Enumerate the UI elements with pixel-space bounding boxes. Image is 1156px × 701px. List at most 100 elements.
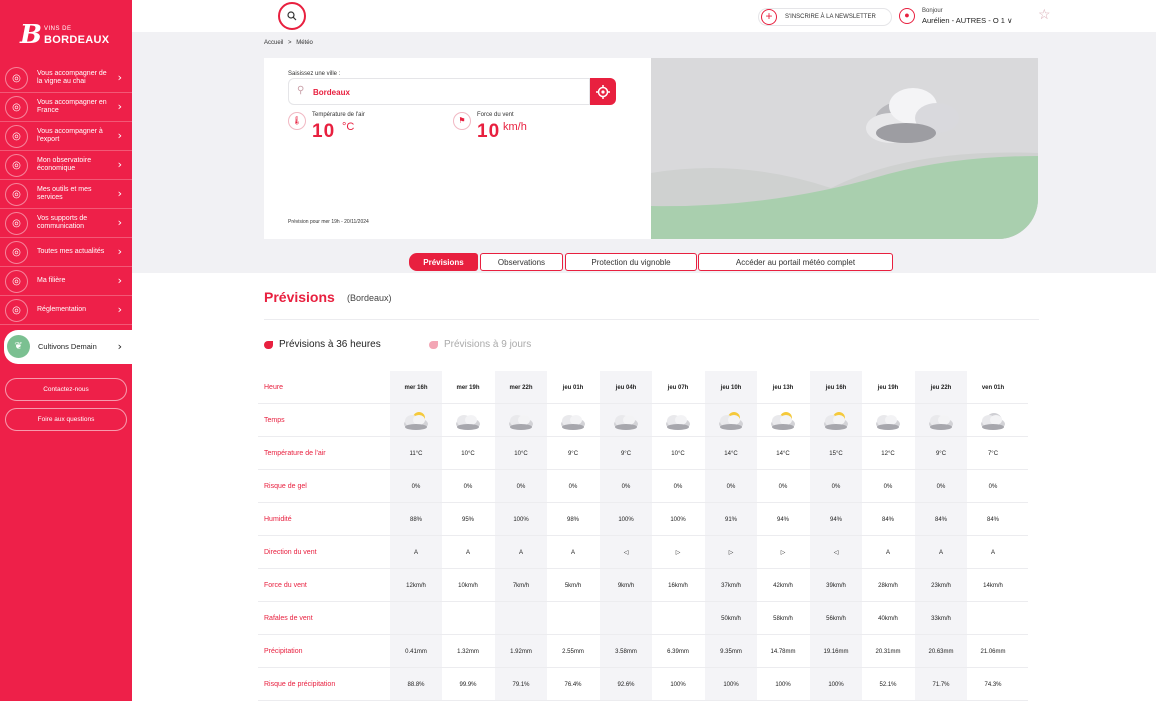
tab-previsions[interactable]: Prévisions <box>409 253 478 271</box>
table-cell: A <box>465 549 470 556</box>
chevron-right-icon: › <box>117 71 122 84</box>
table-cell: 9.35mm <box>720 648 742 655</box>
table-row: Risque de précipitation 88.8% 99.9% 79.1% 76… <box>258 668 1028 701</box>
city-input[interactable]: ⚲ Bordeaux <box>288 78 590 105</box>
row-header: Heure <box>264 384 284 391</box>
table-cell: 3.58mm <box>615 648 637 655</box>
sidebar-item[interactable]: ◎ Vous accompagner à l'export › <box>0 122 132 151</box>
table-cell: 5km/h <box>564 582 582 589</box>
logo-big-text: BORDEAUX <box>44 34 110 46</box>
table-cell: 79.1% <box>512 681 530 688</box>
table-cell: 100% <box>618 516 634 523</box>
sidebar-item-active[interactable]: ❦ Cultivons Demain › <box>4 330 132 364</box>
chevron-right-icon: › <box>117 158 122 171</box>
tab-protection-vignoble[interactable]: Protection du vignoble <box>565 253 697 271</box>
subtab-36h[interactable]: Prévisions à 36 heures <box>264 339 381 350</box>
table-cell: 100% <box>670 516 686 523</box>
subtab-9days[interactable]: Prévisions à 9 jours <box>429 339 531 350</box>
logo-mark: B <box>20 20 42 50</box>
tab-portail-meteo[interactable]: Accéder au portail météo complet <box>698 253 893 271</box>
table-cell: 88.8% <box>407 681 425 688</box>
row-header: Force du vent <box>264 582 307 589</box>
table-cell: 11°C <box>409 450 423 457</box>
sidebar-item[interactable]: ◎ Toutes mes actualités › <box>0 238 132 267</box>
breadcrumb-home[interactable]: Accueil <box>264 40 283 46</box>
cloud-icon <box>915 404 967 437</box>
sidebar-item-label: Vos supports de communication <box>37 215 88 230</box>
sun-cloud-icon <box>390 404 442 437</box>
wind-unit: km/h <box>503 121 527 133</box>
sidebar-item-label: Mon observatoire économique <box>37 157 92 172</box>
table-cell: 0% <box>568 483 578 490</box>
geolocate-button[interactable] <box>590 78 616 105</box>
table-cell: jeu 22h <box>930 384 952 391</box>
table-cell: 10°C <box>514 450 528 457</box>
table-cell: 12km/h <box>406 582 426 589</box>
table-cell: 20.63mm <box>928 648 954 655</box>
table-cell: jeu 16h <box>825 384 847 391</box>
top-bar: + S'INSCRIRE À LA NEWSLETTER ● Bonjour A… <box>132 0 1156 32</box>
table-cell: 14km/h <box>983 582 1003 589</box>
faq-button[interactable]: Foire aux questions <box>5 408 127 431</box>
location-pin-icon: ⚲ <box>297 85 305 96</box>
section-title: Prévisions <box>264 289 335 305</box>
table-cell <box>652 602 704 635</box>
sidebar-item[interactable]: ◎ Mon observatoire économique › <box>0 151 132 180</box>
sidebar-item[interactable]: ◎ Vous accompagner de la vigne au chai › <box>0 64 132 93</box>
chevron-right-icon: › <box>117 187 122 200</box>
table-cell: 84% <box>986 516 999 523</box>
table-cell: 58km/h <box>773 615 793 622</box>
sidebar-item[interactable]: ◎ Vous accompagner en France › <box>0 93 132 122</box>
table-cell: ▷ <box>780 550 786 556</box>
newsletter-button[interactable]: + S'INSCRIRE À LA NEWSLETTER <box>758 8 892 26</box>
table-cell: 52.1% <box>879 681 897 688</box>
row-header: Risque de gel <box>264 483 307 490</box>
table-cell: 95% <box>461 516 474 523</box>
user-name: Aurélien - AUTRES - O 1 ∨ <box>922 16 1013 25</box>
table-cell: ven 01h <box>981 384 1005 391</box>
sidebar-item[interactable]: ◎ Ma filière › <box>0 267 132 296</box>
plus-icon: + <box>761 9 777 25</box>
table-cell: 28km/h <box>878 582 898 589</box>
divider <box>264 319 1039 320</box>
table-cell: 94% <box>829 516 842 523</box>
brand-logo[interactable]: B VINS DE BORDEAUX <box>20 22 115 52</box>
table-cell: ◁ <box>833 550 839 556</box>
weather-card: Saisissez une ville : ⚲ Bordeaux 🌡︎ Temp… <box>264 58 651 239</box>
table-cell: 0% <box>411 483 421 490</box>
scale-icon: ◎ <box>5 299 28 322</box>
sidebar-item[interactable]: ◎ Réglementation › <box>0 296 132 325</box>
crosshair-icon <box>596 84 610 99</box>
table-cell: jeu 13h <box>772 384 794 391</box>
table-cell: 100% <box>723 681 739 688</box>
table-row: Température de l'air 11°C 10°C 10°C 9°C 9°C 10… <box>258 437 1028 470</box>
table-cell: 12°C <box>881 450 895 457</box>
section-subtitle: (Bordeaux) <box>347 293 392 303</box>
temperature-label: Température de l'air <box>312 112 365 118</box>
table-cell: 88% <box>409 516 422 523</box>
search-button[interactable] <box>278 2 306 30</box>
table-cell: 20.31mm <box>875 648 901 655</box>
favorite-star-icon[interactable]: ☆ <box>1038 6 1051 23</box>
table-cell: 50km/h <box>721 615 741 622</box>
table-cell <box>967 602 1019 635</box>
row-header: Risque de précipitation <box>264 681 336 688</box>
user-menu[interactable]: ● Bonjour Aurélien - AUTRES - O 1 ∨ <box>899 7 1024 27</box>
table-cell: jeu 04h <box>615 384 637 391</box>
table-cell: A <box>570 549 575 556</box>
table-cell: 0% <box>516 483 526 490</box>
table-cell: 9km/h <box>617 582 635 589</box>
table-cell: 42km/h <box>773 582 793 589</box>
table-cell: jeu 07h <box>667 384 689 391</box>
sidebar-item[interactable]: ◎ Mes outils et mes services › <box>0 180 132 209</box>
table-cell: 0.41mm <box>405 648 427 655</box>
tab-observations[interactable]: Observations <box>480 253 563 271</box>
landscape-cloud-icon <box>651 58 1038 239</box>
table-cell: 91% <box>724 516 737 523</box>
table-cell: jeu 10h <box>720 384 742 391</box>
table-cell: 19.16mm <box>823 648 849 655</box>
table-cell: 0% <box>831 483 841 490</box>
sidebar-item[interactable]: ◎ Vos supports de communication › <box>0 209 132 238</box>
contact-button[interactable]: Contactez-nous <box>5 378 127 401</box>
sidebar-menu: ◎ Vous accompagner de la vigne au chai › ◎ V… <box>0 64 132 364</box>
